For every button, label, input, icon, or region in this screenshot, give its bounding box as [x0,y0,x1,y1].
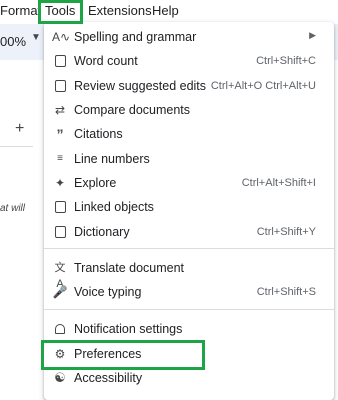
menu-item-review-suggested-edits[interactable]: Review suggested edits Ctrl+Alt+O Ctrl+A… [44,74,334,98]
menu-separator [44,248,334,249]
menu-item-label: Dictionary [74,225,130,239]
zoom-select[interactable]: 00% [0,34,26,49]
menu-item-label: Accessibility [74,371,143,385]
shortcut-text: Ctrl+Shift+S [256,286,316,298]
shortcut-text: Ctrl+Alt+O Ctrl+Alt+U [210,80,316,92]
explore-icon: ✦ [54,176,66,190]
menu-item-label: Compare documents [74,103,191,117]
quote-icon: ” [56,126,64,142]
add-icon[interactable]: + [15,120,24,138]
menu-item-notification-settings[interactable]: Notification settings [44,317,334,341]
submenu-arrow-icon: ▶ [309,30,316,40]
divider [0,146,33,147]
menu-item-label: Translate document [74,261,185,275]
microphone-icon: 🎤 [52,285,68,299]
menu-item-citations[interactable]: ” Citations [44,122,334,146]
menu-help[interactable]: Help [152,3,179,18]
bell-icon [52,321,68,337]
spellcheck-icon: A∿ [52,30,71,44]
link-icon [52,199,68,215]
menu-item-label: Notification settings [74,322,183,336]
shortcut-text: Ctrl+Shift+C [256,55,316,67]
menu-item-label: Citations [74,127,123,141]
translate-icon: 文A [54,262,66,290]
tools-highlight-box [38,0,83,24]
chevron-down-icon[interactable]: ▼ [31,32,41,43]
menu-item-label: Explore [74,176,117,190]
menu-item-compare-documents[interactable]: ⇄ Compare documents [44,98,334,122]
menu-item-translate-document[interactable]: 文A Translate document [44,256,334,290]
menu-item-word-count[interactable]: Word count Ctrl+Shift+C [44,49,334,73]
compare-icon: ⇄ [54,103,66,117]
menu-item-label: Word count [74,54,138,68]
dictionary-icon [52,224,68,240]
menu-item-linked-objects[interactable]: Linked objects [44,195,334,219]
menu-item-label: Review suggested edits [74,79,207,93]
menu-item-explore[interactable]: ✦ Explore Ctrl+Alt+Shift+I [44,171,334,195]
menu-extensions[interactable]: Extensions [88,3,152,18]
shortcut-text: Ctrl+Shift+Y [256,226,316,238]
menu-item-line-numbers[interactable]: ≡ Line numbers [44,147,334,171]
menu-item-voice-typing[interactable]: 🎤 Voice typing Ctrl+Shift+S [44,280,334,304]
review-edits-icon [52,78,68,94]
menu-item-dictionary[interactable]: Dictionary Ctrl+Shift+Y [44,220,334,244]
preferences-highlight-box [41,340,205,370]
line-numbers-icon: ≡ [57,153,63,164]
accessibility-icon: ☯ [54,370,66,385]
menu-item-label: Linked objects [74,200,154,214]
menu-item-label: Voice typing [74,285,142,299]
menu-item-spelling-grammar[interactable]: A∿ Spelling and grammar ▶ [44,25,334,49]
word-count-icon [52,53,68,69]
document-text-fragment: at will [0,203,26,214]
menu-format[interactable]: Format [0,3,41,18]
shortcut-text: Ctrl+Alt+Shift+I [241,177,316,189]
google-docs-window: Format Tools Extensions Help 00% ▼ + at … [0,0,338,400]
menu-separator [44,309,334,310]
menu-item-label: Spelling and grammar [74,30,197,44]
menu-item-label: Line numbers [74,152,150,166]
